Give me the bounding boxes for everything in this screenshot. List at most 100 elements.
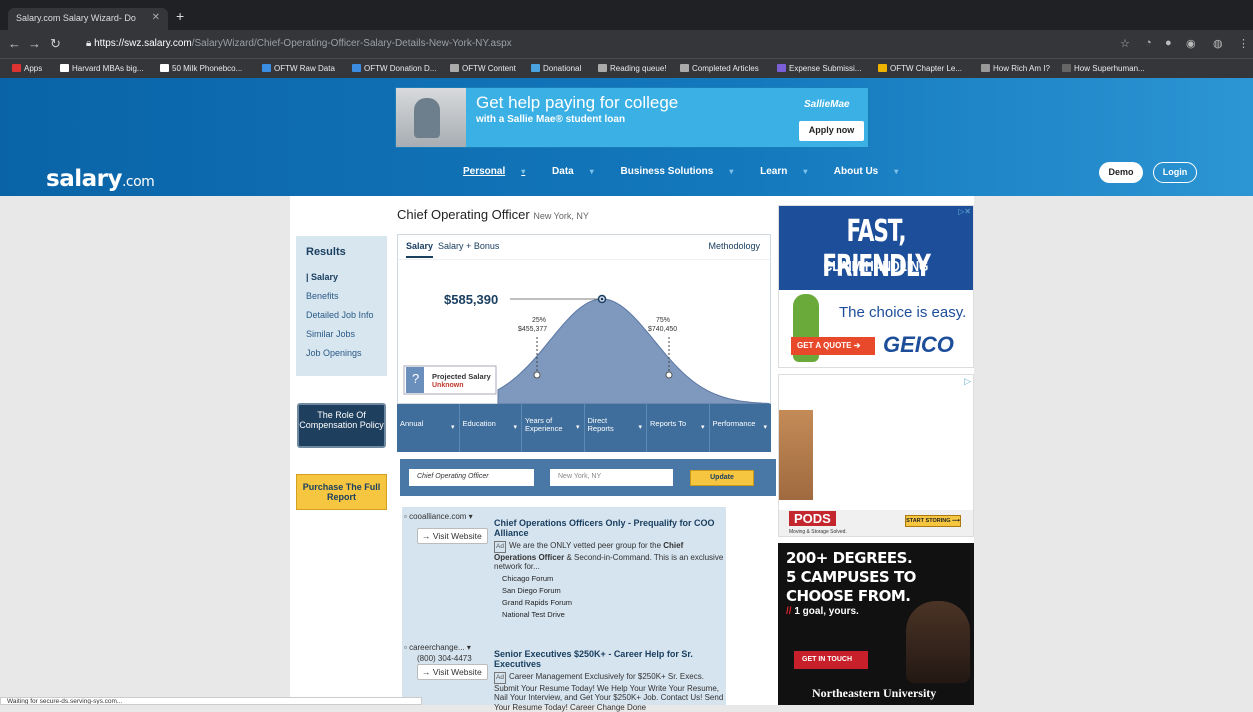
close-tab-icon[interactable]: ✕ [152,12,160,23]
extension-icon[interactable]: ◉ [1186,37,1196,50]
bookmark-item[interactable]: OFTW Content [450,64,516,73]
p75-pct: 75% [656,317,670,324]
results-item-salary[interactable]: | Salary [306,272,338,282]
boxes-image [779,410,813,500]
geico-ad[interactable]: FAST, FRIENDLY CLAIM HANDLING ▷✕ The cho… [778,205,974,368]
tab-salary[interactable]: Salary [406,241,434,258]
pods-ad[interactable]: ▷ PODS Moving & Storage Solved. START ST… [778,374,974,537]
start-storing-button[interactable]: START STORING ⟶ [905,515,961,527]
login-button[interactable]: Login [1153,162,1197,183]
salary-logo[interactable]: salary.com [46,166,155,192]
ad-desc: Career Management Exclusively for $250K+… [494,672,724,712]
chevron-down-icon: ▾ [763,424,767,431]
filter-label: Performance [712,419,756,428]
bookmark-label: How Superhuman... [1074,64,1145,73]
nav-learn[interactable]: Learn ▾ [760,166,819,177]
filter-annual[interactable]: Annual ▾ [397,404,460,452]
bookmark-item[interactable]: Donational [531,64,581,73]
filter-performance[interactable]: Performance ▾ [710,404,772,452]
filter-label: Education [462,419,496,428]
star-icon[interactable]: ☆ [1120,37,1130,50]
geico-choice: The choice is easy. [839,304,967,321]
nav-label: Learn [760,166,788,177]
bookmark-item[interactable]: OFTW Donation D... [352,64,436,73]
geico-header: FAST, FRIENDLY CLAIM HANDLING [779,206,973,290]
p75-value: $740,450 [648,326,677,333]
purchase-report-button[interactable]: Purchase The Full Report [296,474,387,510]
apply-now-button[interactable]: Apply now [799,121,864,141]
pods-logo: PODS [789,511,836,526]
lock-icon: 🔒︎ [86,38,95,49]
ad-title[interactable]: Chief Operations Officers Only - Prequal… [494,518,724,538]
nav-data[interactable]: Data ▾ [552,166,606,177]
get-quote-button[interactable]: GET A QUOTE ➔ [791,337,875,355]
results-item-benefits[interactable]: Benefits [306,291,339,301]
profile-icon[interactable]: ◍ [1213,37,1223,50]
demo-button[interactable]: Demo [1099,162,1143,183]
new-tab-icon[interactable]: + [176,8,184,24]
ad-sitelink[interactable]: San Diego Forum [502,586,561,595]
methodology-link[interactable]: Methodology [708,241,760,251]
bookmark-item[interactable]: Completed Articles [680,64,759,73]
page-title: Chief Operating Officer New York, NY [397,207,589,222]
bookmark-item[interactable]: How Superhuman... [1062,64,1145,73]
text-ads: ▫ cooalliance.com ▾ → Visit Website Chie… [402,507,726,712]
results-item-similar-jobs[interactable]: Similar Jobs [306,329,355,339]
visit-website-button[interactable]: → Visit Website [417,664,488,680]
sallie-mae-ad[interactable]: Get help paying for college with a Salli… [395,87,869,148]
extension-icon[interactable]: ● [1165,37,1172,49]
address-bar[interactable]: 🔒︎ https://swz.salary.com/SalaryWizard/C… [82,35,1102,53]
menu-icon[interactable]: ⋮ [1238,37,1249,50]
job-title-input[interactable]: Chief Operating Officer [409,469,534,486]
back-icon[interactable]: ← [8,36,21,51]
ad-subline: with a Sallie Mae® student loan [476,114,626,125]
filter-years-experience[interactable]: Years of Experience ▾ [522,404,585,452]
update-button[interactable]: Update [690,470,754,486]
nav-personal[interactable]: Personal ▾ [463,166,537,177]
forward-icon[interactable]: → [28,36,41,51]
bookmarks-bar: Apps Harvard MBAs big... 50 Milk Phonebco.… [0,58,1253,78]
visit-website-button[interactable]: → Visit Website [417,528,488,544]
browser-tab-strip: Salary.com Salary Wizard- Do ✕ + [0,0,1253,30]
northeastern-ad[interactable]: 200+ DEGREES. 5 CAMPUSES TO CHOOSE FROM.… [778,543,974,705]
bookmark-label: OFTW Content [462,64,516,73]
results-item-detailed-job-info[interactable]: Detailed Job Info [306,310,374,320]
bookmark-item[interactable]: How Rich Am I? [981,64,1050,73]
ad-phone[interactable]: (800) 304-4473 [417,654,472,663]
bookmark-item[interactable]: OFTW Raw Data [262,64,335,73]
nav-about-us[interactable]: About Us ▾ [834,166,910,177]
ad-sitelink[interactable]: Chicago Forum [502,574,553,583]
ad-title[interactable]: Senior Executives $250K+ - Career Help f… [494,649,724,669]
bookmark-icon [160,64,169,72]
bookmark-item[interactable]: 50 Milk Phonebco... [160,64,242,73]
extension-icon[interactable]: ◔ [1145,37,1152,49]
ad-source-text: careerchange... ▾ [409,643,471,652]
adchoices-icon[interactable]: ▷ [964,376,971,387]
ne-line: 5 CAMPUSES TO [786,568,916,586]
filter-label: Years of Experience [525,416,563,433]
ad-sitelink[interactable]: National Test Drive [502,610,565,619]
ad-sitelink[interactable]: Grand Rapids Forum [502,598,572,607]
bookmark-item[interactable]: Reading queue! [598,64,667,73]
browser-tab[interactable]: Salary.com Salary Wizard- Do ✕ [8,8,168,30]
ad-source[interactable]: ▫ cooalliance.com ▾ [404,512,473,521]
nav-label: Business Solutions [620,166,714,177]
reload-icon[interactable]: ↻ [50,36,61,52]
get-in-touch-button[interactable]: GET IN TOUCH [794,651,868,669]
bookmark-item[interactable]: OFTW Chapter Le... [878,64,962,73]
role-of-compensation-button[interactable]: The Role Of Compensation Policy [297,403,386,448]
nav-business-solutions[interactable]: Business Solutions ▾ [621,166,746,177]
url-host: swz.salary.com [124,38,192,49]
chevron-down-icon: ▾ [729,167,734,176]
filter-direct-reports[interactable]: Direct Reports ▾ [585,404,647,452]
ad-source[interactable]: ▫ careerchange... ▾ [404,643,471,652]
bookmark-item[interactable]: Apps [12,64,42,73]
location-input[interactable]: New York, NY [550,469,673,486]
tab-salary-bonus[interactable]: Salary + Bonus [438,241,499,251]
adchoices-icon[interactable]: ▷✕ [958,207,971,216]
bookmark-item[interactable]: Expense Submissi... [777,64,861,73]
filter-education[interactable]: Education ▾ [460,404,522,452]
filter-reports-to[interactable]: Reports To ▾ [647,404,710,452]
bookmark-item[interactable]: Harvard MBAs big... [60,64,144,73]
results-item-job-openings[interactable]: Job Openings [306,348,362,358]
